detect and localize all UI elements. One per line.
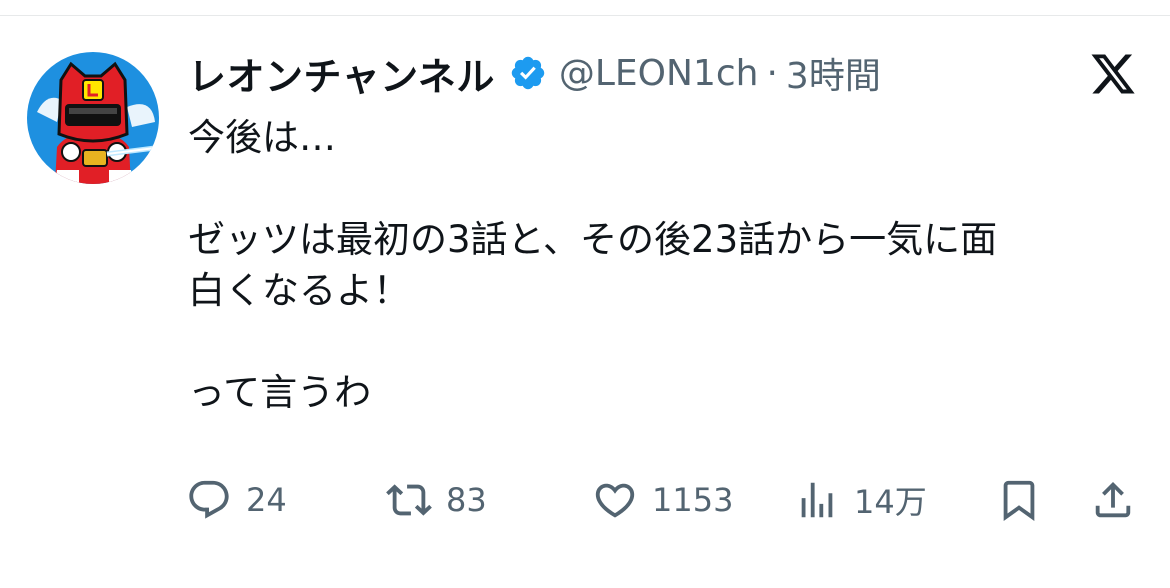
bookmark-icon [1003, 480, 1035, 521]
tweet-line-6: って言うわ [188, 371, 372, 414]
top-divider [0, 15, 1170, 16]
verified-badge-icon [509, 54, 547, 92]
like-count: 1153 [652, 481, 734, 519]
reply-count: 24 [246, 481, 287, 519]
separator-dot: · [766, 52, 778, 94]
views-button[interactable]: 14万 [794, 470, 927, 530]
tweet-text: 今後は… ゼッツは最初の3話と、その後23話から一気に面 白くなるよ！ って言う… [188, 112, 1148, 418]
views-icon [801, 482, 833, 518]
views-count: 14万 [854, 483, 927, 521]
retweet-button[interactable]: 83 [386, 470, 487, 530]
tweet-line-1: 今後は… [188, 116, 336, 159]
tweet-header: レオンチャンネル @LEON1ch · 3時間 [188, 46, 881, 101]
heart-icon [595, 483, 635, 518]
retweet-count: 83 [446, 481, 487, 519]
retweet-icon [386, 484, 432, 516]
action-bar: 24 83 1153 14万 [0, 470, 1170, 530]
display-name[interactable]: レオンチャンネル [188, 46, 495, 101]
user-handle[interactable]: @LEON1ch [559, 53, 759, 94]
reply-button[interactable]: 24 [186, 470, 287, 530]
x-logo-icon[interactable] [1088, 50, 1138, 98]
share-button[interactable] [1090, 470, 1136, 530]
avatar[interactable] [27, 52, 159, 184]
timestamp[interactable]: 3時間 [786, 47, 881, 99]
share-icon [1095, 481, 1131, 518]
reply-icon [189, 480, 229, 519]
tweet-line-4: 白くなるよ！ [188, 269, 410, 312]
like-button[interactable]: 1153 [592, 470, 733, 530]
tweet-line-3: ゼッツは最初の3話と、その後23話から一気に面 [188, 218, 998, 261]
avatar-image [27, 52, 159, 184]
bookmark-button[interactable] [996, 470, 1042, 530]
